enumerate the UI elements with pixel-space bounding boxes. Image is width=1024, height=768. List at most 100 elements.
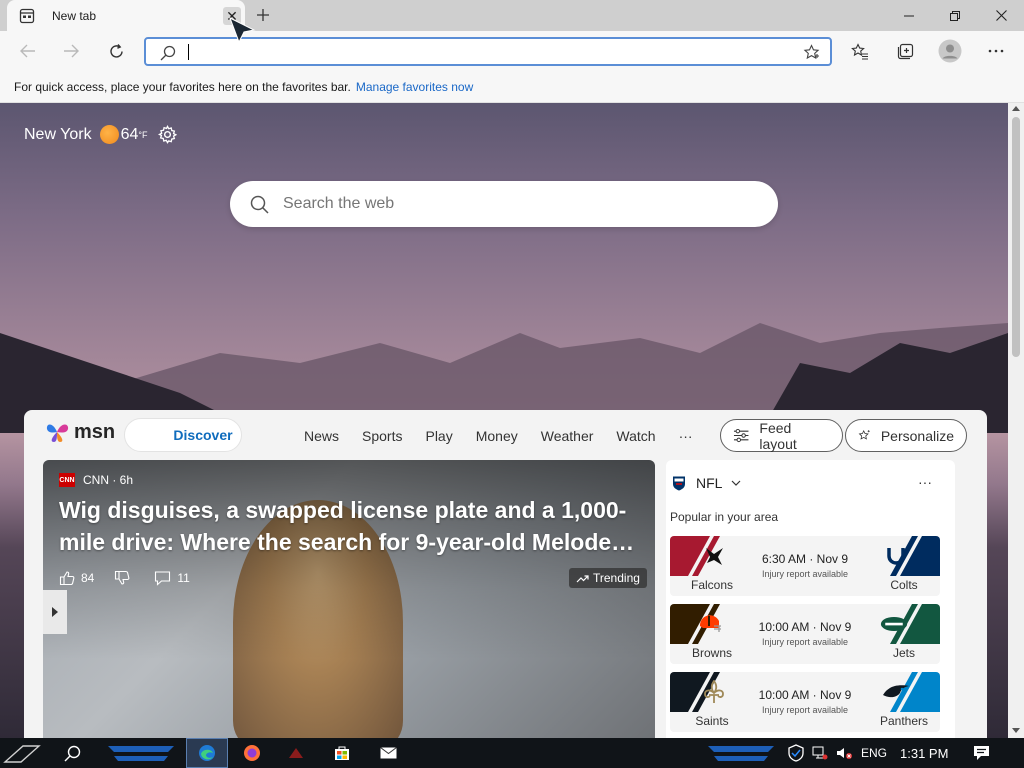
refresh-icon bbox=[109, 43, 123, 58]
taskbar-edge[interactable] bbox=[186, 738, 228, 768]
restore-button[interactable] bbox=[932, 0, 978, 31]
forward-button[interactable] bbox=[56, 36, 86, 66]
collections-button[interactable] bbox=[890, 36, 920, 66]
tray-security[interactable] bbox=[784, 738, 808, 768]
browser-toolbar bbox=[0, 31, 1024, 71]
likes-count: 84 bbox=[81, 571, 95, 585]
discover-tab[interactable]: Discover bbox=[124, 418, 242, 452]
web-search-box[interactable]: Search the web bbox=[230, 181, 778, 227]
page-scrollbar[interactable] bbox=[1008, 103, 1024, 738]
gear-icon[interactable] bbox=[157, 125, 177, 144]
collections-icon bbox=[897, 43, 913, 59]
sparkle-star-icon bbox=[858, 429, 870, 440]
nav-play[interactable]: Play bbox=[425, 428, 452, 444]
away-team: Panthers bbox=[879, 714, 929, 728]
profile-button[interactable] bbox=[935, 36, 965, 66]
refresh-button[interactable] bbox=[101, 36, 131, 66]
action-center-button[interactable] bbox=[968, 738, 994, 768]
avatar-icon bbox=[938, 39, 962, 63]
close-window-button[interactable] bbox=[978, 0, 1024, 31]
mail-envelope-icon bbox=[379, 747, 397, 759]
cnn-logo: CNN bbox=[59, 473, 75, 487]
nav-sports[interactable]: Sports bbox=[362, 428, 402, 444]
nav-more[interactable]: ··· bbox=[679, 428, 693, 444]
league-selector[interactable]: NFL bbox=[672, 475, 741, 491]
scroll-thumb[interactable] bbox=[1012, 117, 1020, 357]
home-team: Browns bbox=[691, 646, 732, 660]
taskbar-firefox[interactable] bbox=[236, 738, 268, 768]
taskbar-accent-decoration bbox=[108, 746, 174, 761]
caret-right-icon bbox=[52, 607, 58, 617]
arrow-right-icon bbox=[64, 44, 79, 58]
minimize-button[interactable] bbox=[886, 0, 932, 31]
tab-title: New tab bbox=[52, 9, 97, 23]
add-favorite-star-icon[interactable] bbox=[803, 44, 820, 61]
sports-card: NFL ··· Popular in your area 6:30 AM · N… bbox=[666, 460, 955, 738]
game-card-falcons-colts[interactable]: 6:30 AM · Nov 9 Injury report available … bbox=[670, 536, 940, 596]
tray-language[interactable]: ENG bbox=[858, 738, 890, 768]
tray-network[interactable] bbox=[809, 738, 831, 768]
game-card-saints-panthers[interactable]: 10:00 AM · Nov 9 Injury report available… bbox=[670, 672, 940, 732]
chevron-down-icon bbox=[732, 480, 741, 486]
sports-more-button[interactable]: ··· bbox=[918, 474, 932, 490]
scroll-up-arrow-icon[interactable] bbox=[1012, 106, 1020, 111]
msn-butterfly-icon bbox=[46, 424, 69, 442]
away-team: Colts bbox=[890, 578, 918, 592]
mouse-pointer-icon bbox=[229, 16, 256, 44]
nav-money[interactable]: Money bbox=[476, 428, 518, 444]
feed-layout-button[interactable]: Feed layout bbox=[720, 419, 843, 452]
away-team: Jets bbox=[892, 646, 915, 660]
scroll-down-arrow-icon[interactable] bbox=[1012, 728, 1020, 733]
favorites-button[interactable] bbox=[845, 36, 875, 66]
title-bar: New tab ✕ bbox=[0, 0, 1024, 32]
weather-widget[interactable]: New York 64 °F bbox=[24, 125, 177, 144]
carousel-prev-button[interactable] bbox=[43, 590, 67, 634]
text-caret bbox=[188, 44, 189, 60]
taskbar-clock[interactable]: 1:31 PM bbox=[900, 738, 948, 768]
search-icon bbox=[250, 195, 269, 214]
hero-source-text: CNN · 6h bbox=[83, 473, 134, 487]
nav-news[interactable]: News bbox=[304, 428, 339, 444]
tray-volume[interactable] bbox=[833, 738, 855, 768]
trending-arrow-icon bbox=[576, 574, 589, 582]
back-button[interactable] bbox=[13, 36, 43, 66]
game-app-icon bbox=[289, 748, 303, 758]
game-time: 10:00 AM · Nov 9 bbox=[758, 688, 852, 702]
nav-watch[interactable]: Watch bbox=[616, 428, 655, 444]
sunny-icon bbox=[99, 125, 119, 144]
taskbar-store[interactable] bbox=[326, 738, 358, 768]
start-button[interactable] bbox=[0, 738, 46, 768]
taskbar-search-button[interactable] bbox=[56, 738, 88, 768]
personalize-label: Personalize bbox=[880, 427, 954, 444]
manage-favorites-link[interactable]: Manage favorites now bbox=[356, 80, 473, 94]
start-logo-icon bbox=[3, 745, 41, 763]
msn-logo-text: msn bbox=[74, 420, 116, 443]
hero-reactions: 84 11 bbox=[59, 570, 190, 586]
store-bag-icon bbox=[335, 746, 349, 760]
new-tab-page-icon bbox=[19, 8, 35, 24]
msn-logo[interactable]: msn bbox=[45, 420, 115, 444]
nfl-shield-icon bbox=[673, 476, 685, 491]
personalize-button[interactable]: Personalize bbox=[845, 419, 967, 452]
arrow-left-icon bbox=[20, 44, 35, 58]
comment-icon[interactable] bbox=[154, 570, 171, 586]
home-team: Saints bbox=[695, 714, 729, 728]
league-name: NFL bbox=[696, 475, 723, 491]
tab-new-tab[interactable]: New tab ✕ bbox=[7, 0, 245, 32]
settings-more-button[interactable] bbox=[981, 36, 1011, 66]
game-card-browns-jets[interactable]: 10:00 AM · Nov 9 Injury report available… bbox=[670, 604, 940, 664]
taskbar-mail[interactable] bbox=[372, 738, 404, 768]
feed-layout-label: Feed layout bbox=[759, 419, 797, 452]
windows-taskbar: ENG 1:31 PM bbox=[0, 738, 1024, 768]
favorites-bar: For quick access, place your favorites h… bbox=[0, 71, 1024, 103]
thumbs-up-icon[interactable] bbox=[59, 570, 75, 586]
close-icon bbox=[995, 10, 1007, 21]
favorites-hint: For quick access, place your favorites h… bbox=[14, 79, 351, 94]
nav-weather[interactable]: Weather bbox=[541, 428, 594, 444]
hero-news-card[interactable]: CNN CNN · 6h Wig disguises, a swapped li… bbox=[43, 460, 655, 738]
taskbar-app-game[interactable] bbox=[280, 738, 312, 768]
volume-muted-icon bbox=[836, 748, 852, 759]
hero-headline[interactable]: Wig disguises, a swapped license plate a… bbox=[59, 494, 644, 558]
thumbs-down-icon[interactable] bbox=[114, 570, 130, 586]
favorites-star-list-icon bbox=[851, 42, 868, 60]
